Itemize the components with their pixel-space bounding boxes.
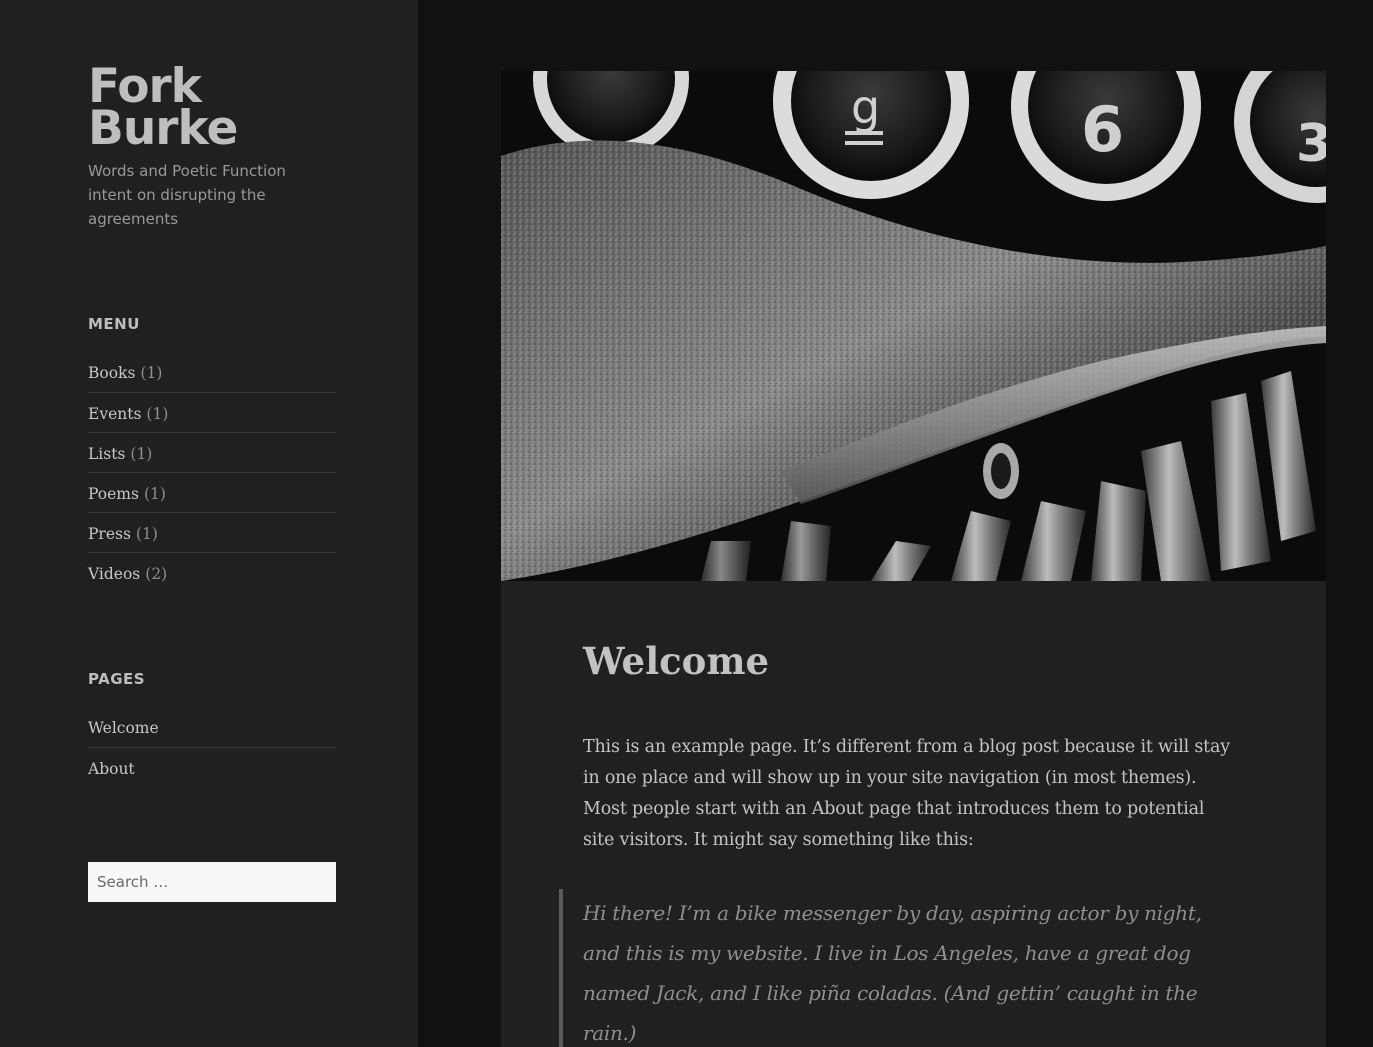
pages-list: Welcome About <box>88 707 336 787</box>
page-title: Welcome <box>583 639 770 683</box>
menu-item-count: (1) <box>143 485 166 503</box>
blockquote-border <box>559 889 563 1047</box>
menu-item-count: (1) <box>130 445 153 463</box>
menu-item-count: (1) <box>135 525 158 543</box>
typewriter-photo: g 6 3 <box>501 71 1326 581</box>
article: g 6 3 Welcome This is an example page. I… <box>501 71 1326 1047</box>
search-input[interactable] <box>88 862 336 902</box>
page-item-about[interactable]: About <box>88 747 336 787</box>
menu-item-label[interactable]: Events <box>88 405 141 423</box>
sidebar: Fork Burke Words and Poetic Function int… <box>0 0 418 1047</box>
menu-item-lists[interactable]: Lists (1) <box>88 432 336 472</box>
menu-item-books[interactable]: Books (1) <box>88 352 336 392</box>
featured-image: g 6 3 <box>501 71 1326 581</box>
menu-list: Books (1) Events (1) Lists (1) Poems (1) Pre… <box>88 352 336 592</box>
svg-text:3: 3 <box>1296 114 1326 174</box>
menu-item-count: (1) <box>146 405 169 423</box>
menu-item-count: (1) <box>140 364 163 382</box>
svg-text:6: 6 <box>1081 93 1124 166</box>
menu-item-count: (2) <box>145 565 168 583</box>
menu-item-label[interactable]: Videos <box>88 565 140 583</box>
menu-item-events[interactable]: Events (1) <box>88 392 336 432</box>
menu-item-label[interactable]: Press <box>88 525 131 543</box>
blockquote: Hi there! I’m a bike messenger by day, a… <box>583 901 1202 1045</box>
menu-item-poems[interactable]: Poems (1) <box>88 472 336 512</box>
menu-heading: MENU <box>88 315 140 333</box>
svg-text:g: g <box>851 80 880 134</box>
menu-item-label[interactable]: Books <box>88 364 135 382</box>
site-title[interactable]: Fork Burke <box>88 63 348 152</box>
article-body: This is an example page. It’s different … <box>583 737 1230 850</box>
menu-item-press[interactable]: Press (1) <box>88 512 336 552</box>
menu-item-videos[interactable]: Videos (2) <box>88 552 336 592</box>
page-item-welcome[interactable]: Welcome <box>88 707 336 747</box>
page-item-label[interactable]: About <box>88 760 135 778</box>
site-description: Words and Poetic Function intent on disr… <box>88 162 286 228</box>
page-item-label[interactable]: Welcome <box>88 719 159 737</box>
pages-heading: PAGES <box>88 670 146 688</box>
menu-item-label[interactable]: Poems <box>88 485 139 503</box>
menu-item-label[interactable]: Lists <box>88 445 125 463</box>
